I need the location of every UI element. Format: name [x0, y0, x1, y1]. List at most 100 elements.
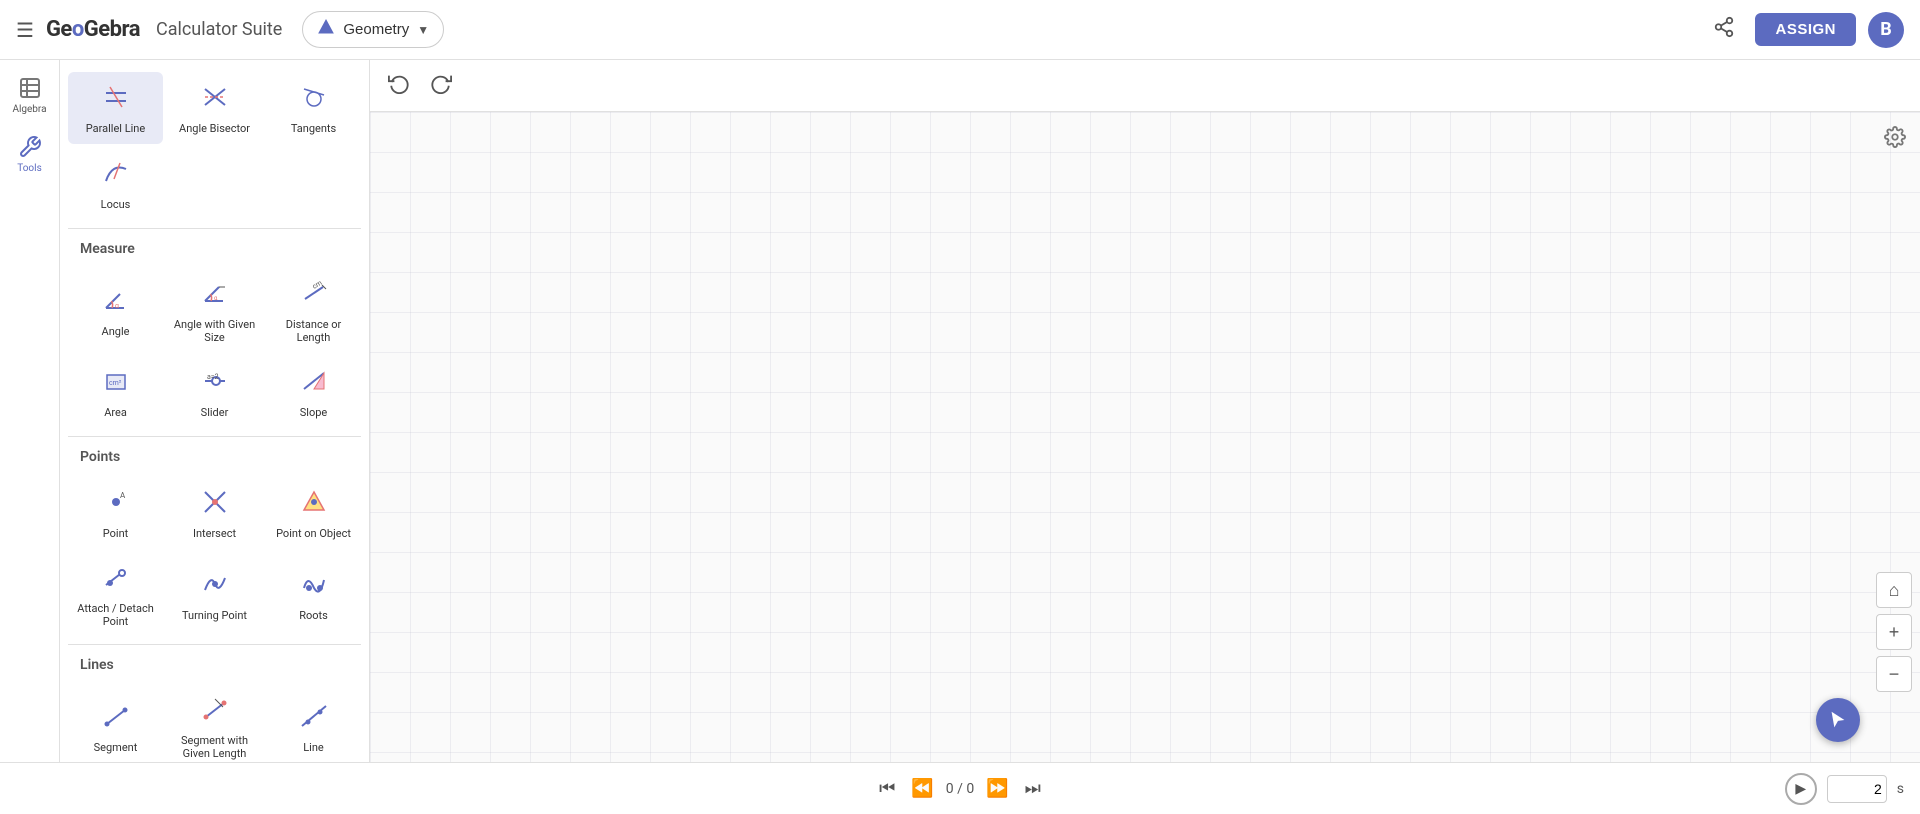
- tool-distance-label: Distance or Length: [270, 318, 357, 344]
- share-icon[interactable]: [1705, 8, 1743, 51]
- sidebar-tools-label: Tools: [17, 163, 41, 174]
- zoom-out-button[interactable]: −: [1876, 656, 1912, 692]
- canvas-toolbar: [370, 60, 1920, 112]
- area-icon: cm²: [102, 367, 130, 400]
- tool-point[interactable]: A Point: [68, 477, 163, 549]
- tool-attach-detach-label: Attach / Detach Point: [72, 602, 159, 628]
- parallel-line-icon: [102, 83, 130, 116]
- intersect-icon: [201, 488, 229, 521]
- tool-locus[interactable]: Locus: [68, 148, 163, 220]
- speed-input[interactable]: [1827, 775, 1887, 803]
- tool-segment-given-length[interactable]: Segment with Given Length: [167, 685, 262, 762]
- redo-button[interactable]: [424, 66, 458, 106]
- playback-controls: ⏮ ⏪ 0 / 0 ⏩ ⏭: [875, 774, 1045, 803]
- tool-attach-detach[interactable]: Attach / Detach Point: [68, 553, 163, 636]
- tool-segment-label: Segment: [94, 741, 138, 754]
- play-button[interactable]: ▶: [1785, 773, 1817, 805]
- svg-text:α: α: [214, 295, 218, 302]
- tool-angle[interactable]: α Angle: [68, 269, 163, 352]
- app-name: Geometry: [343, 21, 409, 38]
- undo-button[interactable]: [382, 66, 416, 106]
- tool-point-on-object[interactable]: Point on Object: [266, 477, 361, 549]
- tool-roots[interactable]: Roots: [266, 553, 361, 636]
- svg-text:a=2: a=2: [207, 373, 219, 381]
- geometry-icon: [317, 18, 335, 41]
- tool-slope[interactable]: Slope: [266, 356, 361, 428]
- tool-slider-label: Slider: [201, 406, 229, 419]
- tool-turning-point[interactable]: Turning Point: [167, 553, 262, 636]
- tool-intersect-label: Intersect: [193, 527, 236, 540]
- home-button[interactable]: ⌂: [1876, 572, 1912, 608]
- canvas-settings-button[interactable]: [1878, 120, 1912, 160]
- tool-segment[interactable]: Segment: [68, 685, 163, 762]
- tool-slope-label: Slope: [300, 406, 328, 419]
- tool-segment-given-length-label: Segment with Given Length: [171, 734, 258, 760]
- angle-given-size-icon: α: [201, 279, 229, 312]
- divider-lines: [68, 644, 361, 645]
- tool-angle-bisector[interactable]: Angle Bisector: [167, 72, 262, 144]
- tool-locus-label: Locus: [101, 198, 131, 211]
- tool-angle-label: Angle: [102, 325, 130, 338]
- tool-parallel-line-label: Parallel Line: [86, 122, 145, 135]
- points-tools-grid: A Point Intersect: [68, 477, 361, 636]
- segment-icon: [102, 702, 130, 735]
- cursor-tool-button[interactable]: [1816, 698, 1860, 742]
- attach-detach-icon: [102, 563, 130, 596]
- distance-icon: cm: [300, 279, 328, 312]
- divider-measure: [68, 228, 361, 229]
- svg-text:α: α: [115, 302, 119, 310]
- point-on-object-icon: [300, 488, 328, 521]
- svg-text:cm²: cm²: [109, 379, 122, 387]
- app-logo: GeoGebra: [46, 17, 140, 42]
- tool-area-label: Area: [104, 406, 127, 419]
- lines-section-title: Lines: [68, 649, 361, 681]
- tangents-icon: [300, 83, 328, 116]
- speed-unit-label: s: [1897, 781, 1904, 797]
- angle-bisector-icon: [201, 83, 229, 116]
- turning-point-icon: [201, 570, 229, 603]
- avatar[interactable]: B: [1868, 12, 1904, 48]
- tool-tangents-label: Tangents: [291, 122, 336, 135]
- menu-icon[interactable]: ☰: [16, 18, 34, 42]
- tool-line-label: Line: [303, 741, 324, 754]
- assign-button[interactable]: ASSIGN: [1755, 13, 1856, 46]
- tool-angle-given-size[interactable]: α Angle with Given Size: [167, 269, 262, 352]
- slope-icon: [300, 367, 328, 400]
- lines-tools-grid: Segment Segment with Given Length: [68, 685, 361, 762]
- svg-text:A: A: [120, 491, 126, 500]
- tool-distance-or-length[interactable]: cm Distance or Length: [266, 269, 361, 352]
- tool-point-label: Point: [103, 527, 129, 540]
- construct-tools-grid: Parallel Line Angle Bisector: [68, 72, 361, 220]
- tool-line[interactable]: Line: [266, 685, 361, 762]
- tool-parallel-line[interactable]: Parallel Line: [68, 72, 163, 144]
- skip-back-button[interactable]: ⏮: [875, 774, 899, 803]
- progress-display: 0 / 0: [946, 781, 974, 797]
- line-icon: [300, 702, 328, 735]
- topbar: ☰ GeoGebra Calculator Suite Geometry ▼ A…: [0, 0, 1920, 60]
- tools-panel: Parallel Line Angle Bisector: [60, 60, 370, 762]
- app-selector[interactable]: Geometry ▼: [302, 11, 444, 48]
- divider-points: [68, 436, 361, 437]
- roots-icon: [300, 570, 328, 603]
- tool-angle-bisector-label: Angle Bisector: [179, 122, 250, 135]
- tool-slider[interactable]: a=2 Slider: [167, 356, 262, 428]
- tool-turning-point-label: Turning Point: [182, 609, 247, 622]
- fast-back-button[interactable]: ⏪: [907, 774, 937, 803]
- tool-intersect[interactable]: Intersect: [167, 477, 262, 549]
- chevron-down-icon: ▼: [417, 23, 429, 37]
- canvas-grid[interactable]: ⌂ + −: [370, 112, 1920, 762]
- tool-tangents[interactable]: Tangents: [266, 72, 361, 144]
- sidebar-item-algebra[interactable]: Algebra: [0, 68, 59, 123]
- point-icon: A: [102, 488, 130, 521]
- skip-forward-button[interactable]: ⏭: [1021, 774, 1045, 803]
- suite-name: Calculator Suite: [156, 19, 282, 40]
- canvas-area: ⌂ + −: [370, 60, 1920, 762]
- sidebar-item-tools[interactable]: Tools: [0, 127, 59, 182]
- sidebar-algebra-label: Algebra: [12, 104, 46, 115]
- bottom-bar: ⏮ ⏪ 0 / 0 ⏩ ⏭ ▶ s: [0, 762, 1920, 814]
- zoom-in-button[interactable]: +: [1876, 614, 1912, 650]
- zoom-controls: ⌂ + −: [1876, 572, 1912, 692]
- locus-icon: [102, 159, 130, 192]
- tool-area[interactable]: cm² Area: [68, 356, 163, 428]
- fast-forward-button[interactable]: ⏩: [982, 774, 1012, 803]
